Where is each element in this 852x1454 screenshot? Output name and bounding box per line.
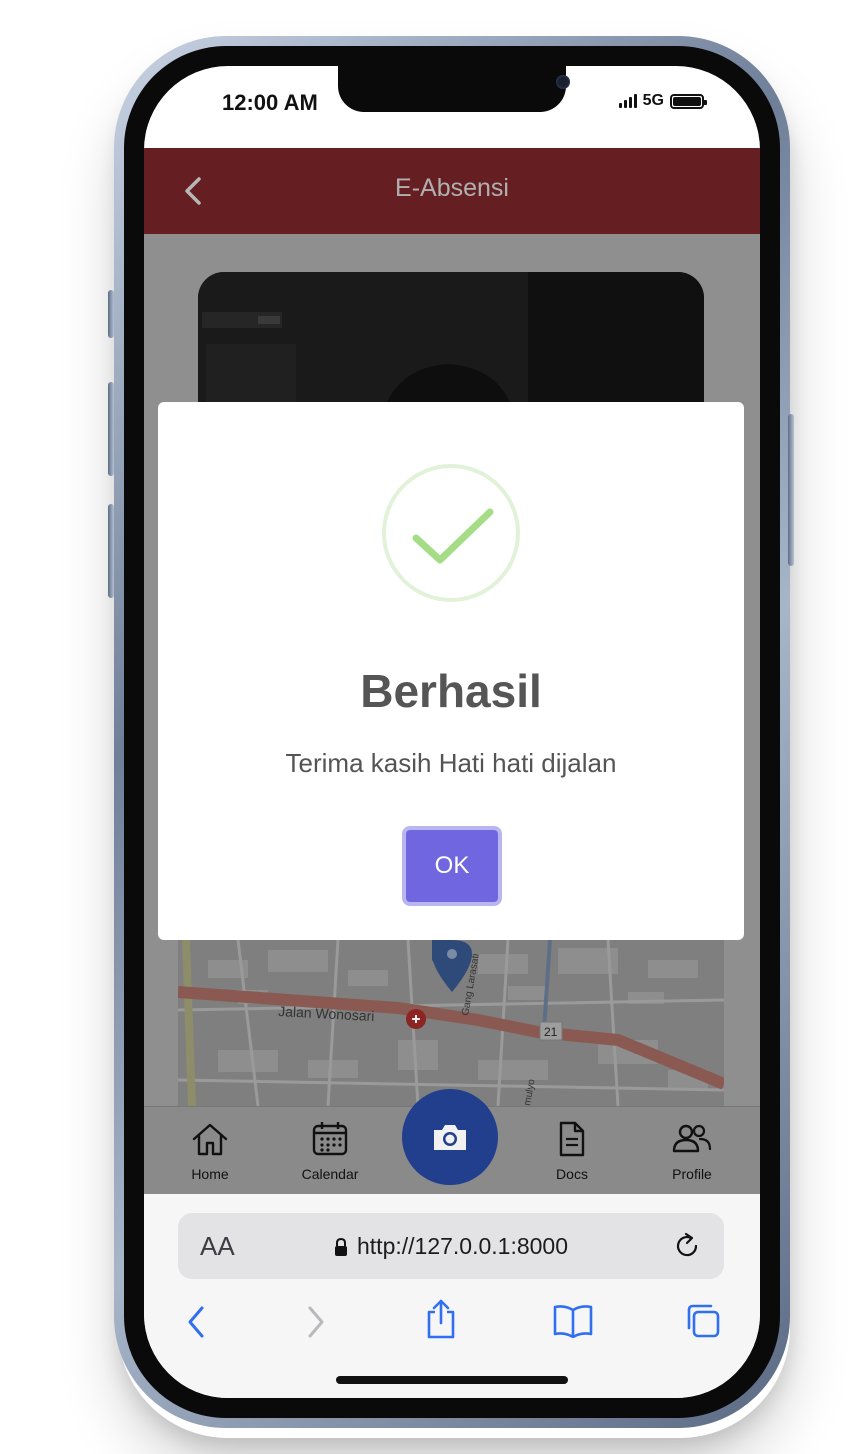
status-indicators: 5G xyxy=(618,92,707,110)
lock-icon xyxy=(335,1237,347,1256)
phone-screen: 12:00 AM 5G E-Absensi Jalan Wonosari 21 … xyxy=(144,66,760,1398)
checkmark-icon xyxy=(412,508,494,564)
text-size-button[interactable]: AA xyxy=(200,1231,235,1262)
map-route-number: 21 xyxy=(544,1025,558,1039)
notch xyxy=(338,66,570,112)
ok-button[interactable]: OK xyxy=(402,826,502,906)
browser-forward-icon[interactable] xyxy=(302,1302,330,1342)
browser-chrome: AA http://127.0.0.1:8000 xyxy=(144,1194,760,1398)
nav-calendar-label: Calendar xyxy=(301,1166,359,1182)
nav-home[interactable]: Home xyxy=(160,1121,260,1182)
front-camera xyxy=(556,75,570,89)
nav-profile[interactable]: Profile xyxy=(642,1121,742,1182)
calendar-icon xyxy=(312,1122,348,1156)
home-indicator xyxy=(336,1376,568,1384)
nav-calendar[interactable]: Calendar xyxy=(280,1121,380,1182)
volume-down-button xyxy=(108,504,114,598)
text-size-label: AA xyxy=(200,1231,235,1261)
success-icon xyxy=(382,464,520,602)
tabs-icon[interactable] xyxy=(684,1302,722,1340)
success-dialog: Berhasil Terima kasih Hati hati dijalan … xyxy=(158,402,744,940)
network-type: 5G xyxy=(642,92,664,109)
app-bar: E-Absensi xyxy=(144,148,760,234)
address-bar[interactable]: AA http://127.0.0.1:8000 xyxy=(178,1213,724,1279)
reload-icon[interactable] xyxy=(672,1231,702,1261)
dialog-title: Berhasil xyxy=(360,665,542,717)
camera-button[interactable] xyxy=(402,1089,498,1185)
page-title: E-Absensi xyxy=(395,174,509,202)
bookmarks-icon[interactable] xyxy=(552,1304,594,1338)
status-time: 12:00 AM xyxy=(222,90,318,115)
nav-home-label: Home xyxy=(191,1166,229,1182)
users-icon xyxy=(672,1124,712,1153)
share-icon[interactable] xyxy=(424,1298,458,1340)
battery-icon xyxy=(670,93,707,109)
signal-icon xyxy=(618,94,637,108)
url-text: http://127.0.0.1:8000 xyxy=(357,1233,569,1259)
bottom-navigation: Home Calendar Docs Profile xyxy=(144,1089,760,1195)
document-icon xyxy=(559,1121,585,1157)
dialog-message: Terima kasih Hati hati dijalan xyxy=(285,748,617,778)
volume-up-button xyxy=(108,382,114,476)
url-display[interactable]: http://127.0.0.1:8000 xyxy=(333,1233,568,1260)
nav-docs[interactable]: Docs xyxy=(522,1121,622,1182)
home-icon xyxy=(192,1123,228,1156)
nav-profile-label: Profile xyxy=(672,1166,712,1182)
power-button xyxy=(788,414,794,566)
camera-icon xyxy=(434,1125,466,1150)
mute-switch xyxy=(108,290,114,338)
nav-docs-label: Docs xyxy=(556,1166,588,1182)
location-map: Jalan Wonosari 21 Gang Larasati mulyo xyxy=(178,940,724,1106)
browser-back-icon[interactable] xyxy=(182,1302,210,1342)
